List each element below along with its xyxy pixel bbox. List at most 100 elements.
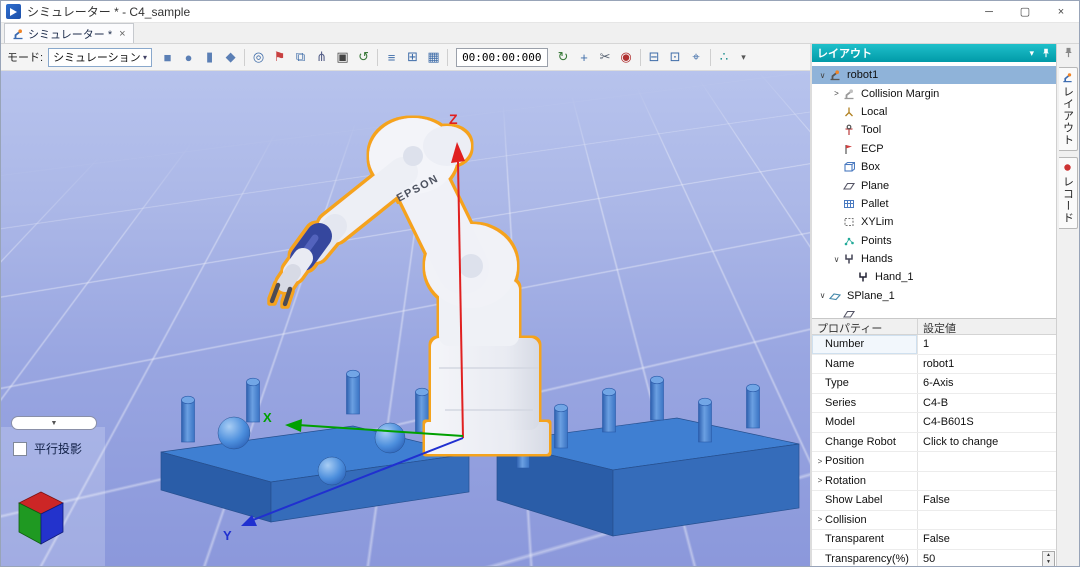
- minimize-button[interactable]: ─: [971, 1, 1007, 22]
- property-value[interactable]: 1: [918, 335, 1056, 354]
- chevron-expanded-icon[interactable]: ∨: [830, 255, 843, 264]
- plane-tool-icon[interactable]: ◆: [220, 47, 241, 68]
- property-row-series[interactable]: SeriesC4-B: [812, 394, 1056, 414]
- property-row-transparent[interactable]: TransparentFalse: [812, 530, 1056, 550]
- property-row-position[interactable]: >Position: [812, 452, 1056, 472]
- cylinder-tool-icon[interactable]: ▮: [199, 47, 220, 68]
- duplicate-icon[interactable]: ⧉: [290, 47, 311, 68]
- property-row-show-label[interactable]: Show LabelFalse: [812, 491, 1056, 511]
- tree-item-tool[interactable]: Tool: [812, 121, 1056, 139]
- property-value[interactable]: [918, 452, 1056, 471]
- tab-close-icon[interactable]: ×: [119, 28, 125, 40]
- property-row-model[interactable]: ModelC4-B601S: [812, 413, 1056, 433]
- list-view-icon[interactable]: ≡: [381, 47, 402, 68]
- tree-item-clipped[interactable]: [812, 305, 1056, 318]
- property-value[interactable]: Click to change: [918, 433, 1056, 452]
- record-tab-icon: [1062, 162, 1073, 173]
- tree-item-points[interactable]: Points: [812, 232, 1056, 250]
- tree-item-ecp[interactable]: ECP: [812, 140, 1056, 158]
- property-row-change-robot[interactable]: Change RobotClick to change: [812, 433, 1056, 453]
- visibility-icon[interactable]: ◎: [248, 47, 269, 68]
- value-spinner[interactable]: ▲▼: [1042, 551, 1055, 567]
- gripper-tool-icon[interactable]: ⋔: [311, 47, 332, 68]
- tree-item-robot1[interactable]: ∨robot1: [812, 66, 1056, 84]
- property-value[interactable]: [918, 472, 1056, 491]
- property-row-type[interactable]: Type6-Axis: [812, 374, 1056, 394]
- property-value[interactable]: 50▲▼: [918, 550, 1056, 567]
- property-value[interactable]: C4-B: [918, 394, 1056, 413]
- property-row-name[interactable]: Namerobot1: [812, 355, 1056, 375]
- tree-item-splane-1[interactable]: ∨SPlane_1: [812, 287, 1056, 305]
- property-value[interactable]: False: [918, 530, 1056, 549]
- scene-canvas[interactable]: EPSON Z X: [1, 71, 810, 566]
- solid-box-icon[interactable]: ■: [157, 47, 178, 68]
- jog-icon[interactable]: +: [574, 47, 595, 68]
- 3d-viewport[interactable]: EPSON Z X: [1, 71, 810, 566]
- center-view-icon[interactable]: ⌖: [686, 47, 707, 68]
- timeline-icon[interactable]: ▦: [423, 47, 444, 68]
- chevron-expanded-icon[interactable]: ∨: [816, 291, 829, 300]
- plane-icon: [843, 180, 857, 192]
- orientation-cube[interactable]: [19, 492, 63, 544]
- tree-item-local[interactable]: Local: [812, 103, 1056, 121]
- tree-item-hands[interactable]: ∨Hands: [812, 250, 1056, 268]
- property-value[interactable]: 6-Axis: [918, 374, 1056, 393]
- flag-icon[interactable]: ⚑: [269, 47, 290, 68]
- sphere[interactable]: [375, 423, 405, 453]
- undo-icon[interactable]: ↺: [353, 47, 374, 68]
- grid-view-icon[interactable]: ⊞: [402, 47, 423, 68]
- toolbar-overflow-icon[interactable]: ▾: [736, 52, 752, 63]
- property-value[interactable]: robot1: [918, 355, 1056, 374]
- property-row-number[interactable]: Number1: [812, 335, 1056, 355]
- robot-model[interactable]: EPSON: [272, 118, 549, 454]
- pin-icon[interactable]: [1041, 48, 1051, 58]
- tree-item-hand-1[interactable]: Hand_1: [812, 268, 1056, 286]
- property-value[interactable]: [918, 511, 1056, 530]
- property-row-rotation[interactable]: >Rotation: [812, 472, 1056, 492]
- chevron-expanded-icon[interactable]: ∨: [816, 71, 829, 80]
- peg: [699, 398, 712, 442]
- pin-icon[interactable]: [1063, 47, 1074, 61]
- close-button[interactable]: ×: [1043, 1, 1079, 22]
- sphere-tool-icon[interactable]: ●: [178, 47, 199, 68]
- property-value[interactable]: False: [918, 491, 1056, 510]
- property-row-collision[interactable]: >Collision: [812, 511, 1056, 531]
- chevron-collapsed-icon[interactable]: >: [815, 457, 825, 466]
- app-icon: [6, 4, 21, 19]
- property-value[interactable]: C4-B601S: [918, 413, 1056, 432]
- tree-item-box[interactable]: Box: [812, 158, 1056, 176]
- side-tab-strip: レイアウトレコード: [1057, 67, 1079, 229]
- tree-item-plane[interactable]: Plane: [812, 176, 1056, 194]
- reset-time-icon[interactable]: ↻: [553, 47, 574, 68]
- scatter-points-icon[interactable]: ∴: [714, 47, 735, 68]
- tree-item-pallet[interactable]: Pallet: [812, 195, 1056, 213]
- spinner-down-icon[interactable]: ▼: [1043, 559, 1054, 566]
- view-options-pill[interactable]: ▼: [11, 416, 97, 430]
- tree-item-label: Local: [861, 106, 887, 118]
- chevron-collapsed-icon[interactable]: >: [815, 476, 825, 485]
- tree-item-xylim[interactable]: XYLim: [812, 213, 1056, 231]
- spinner-up-icon[interactable]: ▲: [1043, 552, 1054, 559]
- property-name: Number: [812, 335, 918, 354]
- property-name: Model: [812, 413, 918, 432]
- simulator-tab[interactable]: シミュレーター * ×: [4, 23, 134, 43]
- record-point-icon[interactable]: ◉: [616, 47, 637, 68]
- mode-dropdown[interactable]: シミュレーション ▾: [48, 48, 152, 67]
- layout-panel-header[interactable]: レイアウト ▾: [812, 44, 1056, 62]
- side-tab-レコード[interactable]: レコード: [1059, 157, 1078, 229]
- pallet-left[interactable]: [161, 426, 469, 522]
- chevron-collapsed-icon[interactable]: >: [830, 89, 843, 98]
- measure-icon[interactable]: ✂: [595, 47, 616, 68]
- maximize-button[interactable]: ▢: [1007, 1, 1043, 22]
- sphere[interactable]: [218, 417, 250, 449]
- parallel-projection-checkbox[interactable]: [13, 442, 27, 456]
- chevron-down-icon[interactable]: ▾: [1029, 48, 1034, 59]
- chevron-collapsed-icon[interactable]: >: [815, 515, 825, 524]
- camera-icon[interactable]: ▣: [332, 47, 353, 68]
- side-tab-レイアウト[interactable]: レイアウト: [1059, 67, 1078, 151]
- property-row-transparency-[interactable]: Transparency(%)50▲▼: [812, 550, 1056, 567]
- sphere[interactable]: [318, 457, 346, 485]
- align-top-icon[interactable]: ⊡: [665, 47, 686, 68]
- tree-item-collision-margin[interactable]: >Collision Margin: [812, 84, 1056, 102]
- align-bottom-icon[interactable]: ⊟: [644, 47, 665, 68]
